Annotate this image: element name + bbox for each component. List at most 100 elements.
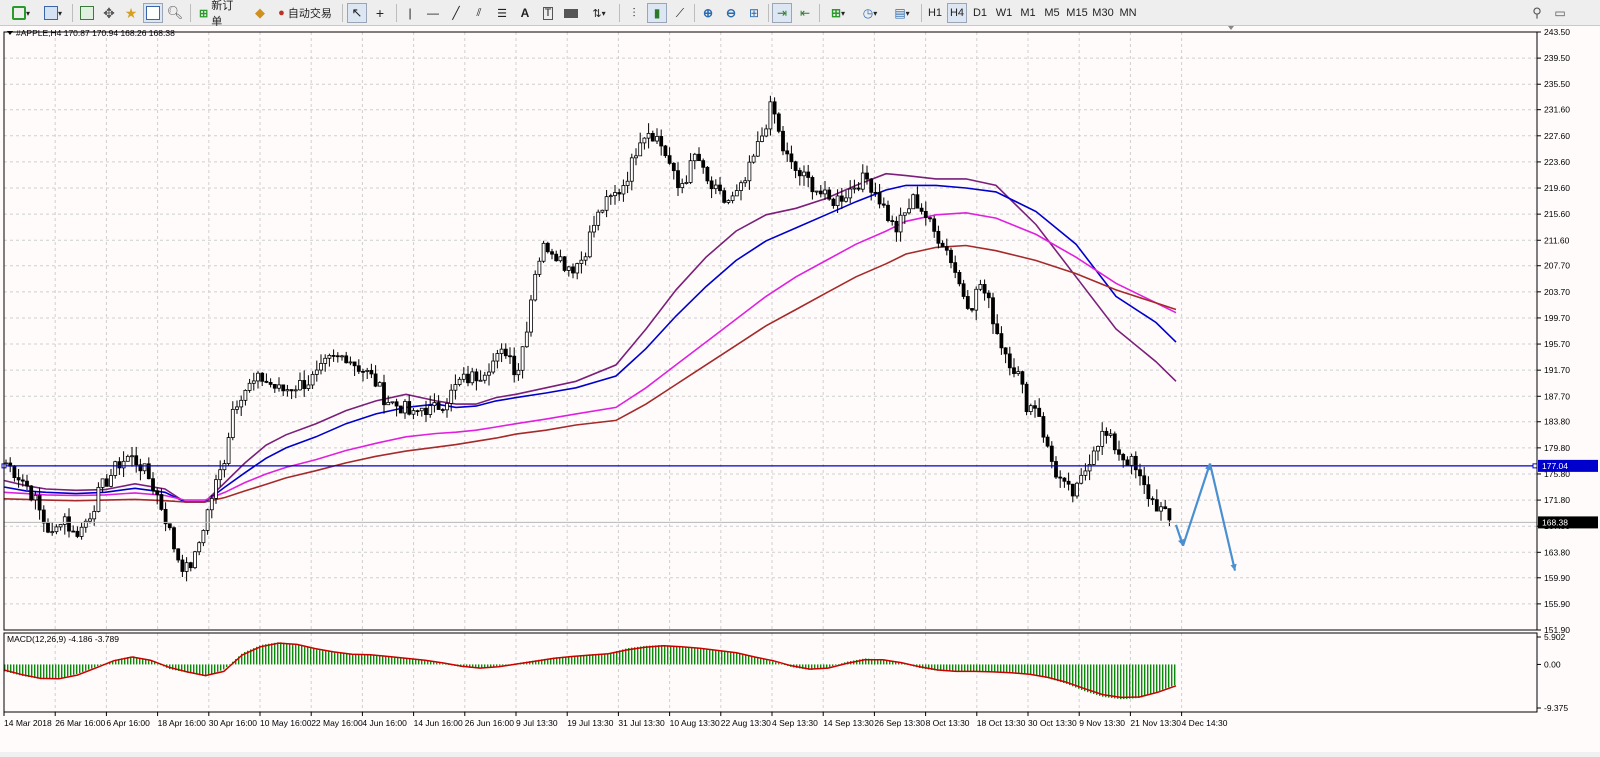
candle-body xyxy=(163,508,168,525)
vertical-line-tool[interactable]: | xyxy=(400,3,420,23)
macd-histogram-bar xyxy=(100,664,102,666)
macd-histogram-bar xyxy=(436,662,438,665)
candle-body xyxy=(1079,474,1084,484)
macd-histogram-bar xyxy=(757,657,759,665)
strategy-tester-button[interactable]: 🔍︎ xyxy=(165,3,185,23)
crosshair-target-icon: ✥ xyxy=(103,4,115,21)
macd-histogram-bar xyxy=(220,664,222,671)
new-chart-button[interactable]: ▾ xyxy=(6,3,36,23)
candle-body xyxy=(419,407,424,412)
new-order-icon: ⊞ xyxy=(199,7,209,20)
candle-body xyxy=(978,284,983,290)
fibonacci-tool[interactable]: ☰ xyxy=(492,3,512,23)
candle-body xyxy=(600,209,605,213)
current-price-label: 168.38 xyxy=(1542,517,1568,527)
candle-body xyxy=(54,526,59,533)
arrows-tool[interactable]: ⇅ ▾ xyxy=(584,3,614,23)
candle-body xyxy=(923,210,928,219)
macd-histogram-bar xyxy=(1105,664,1107,698)
price-chart[interactable]: #APPLE,H4 170.87 170.94 168.26 168.38 MA… xyxy=(0,26,1600,752)
zoom-out-button[interactable]: ⊖ xyxy=(721,3,741,23)
macd-histogram-bar xyxy=(214,664,216,674)
templates-button[interactable]: ▤ ▾ xyxy=(887,3,917,23)
candle-body xyxy=(487,371,491,376)
time-axis-label: 22 Aug 13:30 xyxy=(721,718,771,728)
price-axis-label: 179.80 xyxy=(1544,443,1570,453)
macd-panel-border xyxy=(3,632,1538,713)
navigator-button[interactable]: ★ xyxy=(121,3,141,23)
macd-histogram-bar xyxy=(1165,664,1167,689)
macd-histogram-bar xyxy=(772,661,774,665)
candle-body xyxy=(873,191,878,194)
candle-body xyxy=(491,360,496,373)
macd-histogram-bar xyxy=(631,647,633,665)
auto-trading-button[interactable]: ● 自动交易 xyxy=(273,3,337,23)
macd-histogram-bar xyxy=(325,651,327,665)
trendline-tool[interactable]: ╱ xyxy=(446,3,466,23)
macd-histogram-bar xyxy=(988,664,990,673)
candlestick-chart-button[interactable]: ▮ xyxy=(647,3,667,23)
candle-body xyxy=(785,150,790,155)
candle-body xyxy=(688,160,693,183)
text-label-tool[interactable]: T xyxy=(538,3,558,23)
candle-body xyxy=(96,486,101,512)
chart-shift-button[interactable]: ⇤ xyxy=(795,3,815,23)
chat-button[interactable]: ▭ xyxy=(1550,3,1570,23)
crosshair-tool[interactable]: + xyxy=(370,3,390,23)
macd-histogram-bar xyxy=(961,664,963,672)
candle-body xyxy=(155,490,160,495)
profiles-button[interactable]: ▾ xyxy=(38,3,68,23)
candle-body xyxy=(1070,483,1075,497)
market-watch-button[interactable] xyxy=(77,3,97,23)
time-axis-label: 26 Mar 16:00 xyxy=(55,718,105,728)
candle-body xyxy=(340,355,344,358)
timeframe-h4[interactable]: H4 xyxy=(947,3,967,23)
time-axis-label: 4 Dec 14:30 xyxy=(1182,718,1228,728)
candle-body xyxy=(247,382,252,391)
candle-body xyxy=(1083,470,1088,476)
macd-histogram-bar xyxy=(31,664,33,678)
timeframe-mn[interactable]: MN xyxy=(1117,3,1139,23)
magnifier-chart-icon: 🔍︎ xyxy=(166,5,184,20)
terminal-button[interactable] xyxy=(143,3,163,23)
macd-histogram-bar xyxy=(391,657,393,665)
data-window-button[interactable]: ✥ xyxy=(99,3,119,23)
timeframe-d1[interactable]: D1 xyxy=(969,3,991,23)
macd-histogram-bar xyxy=(1138,664,1140,698)
editor-diamond-icon: ◆ xyxy=(255,5,265,20)
line-chart-button[interactable]: ⟋ xyxy=(670,3,690,23)
timeframe-m5[interactable]: M5 xyxy=(1041,3,1063,23)
timeframe-w1[interactable]: W1 xyxy=(993,3,1015,23)
candle-body xyxy=(718,184,722,192)
indicators-button[interactable]: ⊞ ▾ xyxy=(823,3,853,23)
macd-histogram-bar xyxy=(205,664,207,677)
meta-editor-button[interactable]: ◆ xyxy=(250,3,270,23)
timeframe-m1[interactable]: M1 xyxy=(1017,3,1039,23)
macd-histogram-bar xyxy=(298,645,300,665)
timeframe-m15[interactable]: M15 xyxy=(1065,3,1089,23)
chart-window[interactable]: #APPLE,H4 170.87 170.94 168.26 168.38 MA… xyxy=(0,26,1600,752)
main-toolbar: ▾ ▾ ✥ ★ 🔍︎ ⊞ 新订单 ◆ ● 自动交易 ↖ + | — ╱ ⫽ ☰ A … xyxy=(0,0,1600,28)
text-tool[interactable]: A xyxy=(515,3,535,23)
bar-chart-button[interactable]: ⫶ xyxy=(624,3,644,23)
macd-histogram-bar xyxy=(706,648,708,665)
time-axis-label: 21 Nov 13:30 xyxy=(1130,718,1181,728)
periods-button[interactable]: ◷ ▾ xyxy=(855,3,885,23)
candle-body xyxy=(302,380,307,389)
new-order-button[interactable]: ⊞ 新订单 xyxy=(195,0,247,28)
tile-windows-button[interactable]: ⊞ xyxy=(744,3,764,23)
equidistant-channel-tool[interactable]: ⫽ xyxy=(469,3,489,23)
cursor-tool[interactable]: ↖ xyxy=(347,3,367,23)
macd-histogram-bar xyxy=(430,661,432,665)
rectangle-tool[interactable] xyxy=(561,3,581,23)
horizontal-line-tool[interactable]: — xyxy=(423,3,443,23)
candle-body xyxy=(1154,499,1159,512)
macd-histogram-bar xyxy=(1048,664,1050,679)
auto-scroll-button[interactable]: ⇥ xyxy=(772,3,792,23)
candle-body xyxy=(894,220,899,233)
zoom-in-button[interactable]: ⊕ xyxy=(698,3,718,23)
search-button[interactable]: ⚲ xyxy=(1527,3,1547,23)
candle-body xyxy=(390,401,395,404)
timeframe-m30[interactable]: M30 xyxy=(1091,3,1115,23)
timeframe-h1[interactable]: H1 xyxy=(925,3,945,23)
